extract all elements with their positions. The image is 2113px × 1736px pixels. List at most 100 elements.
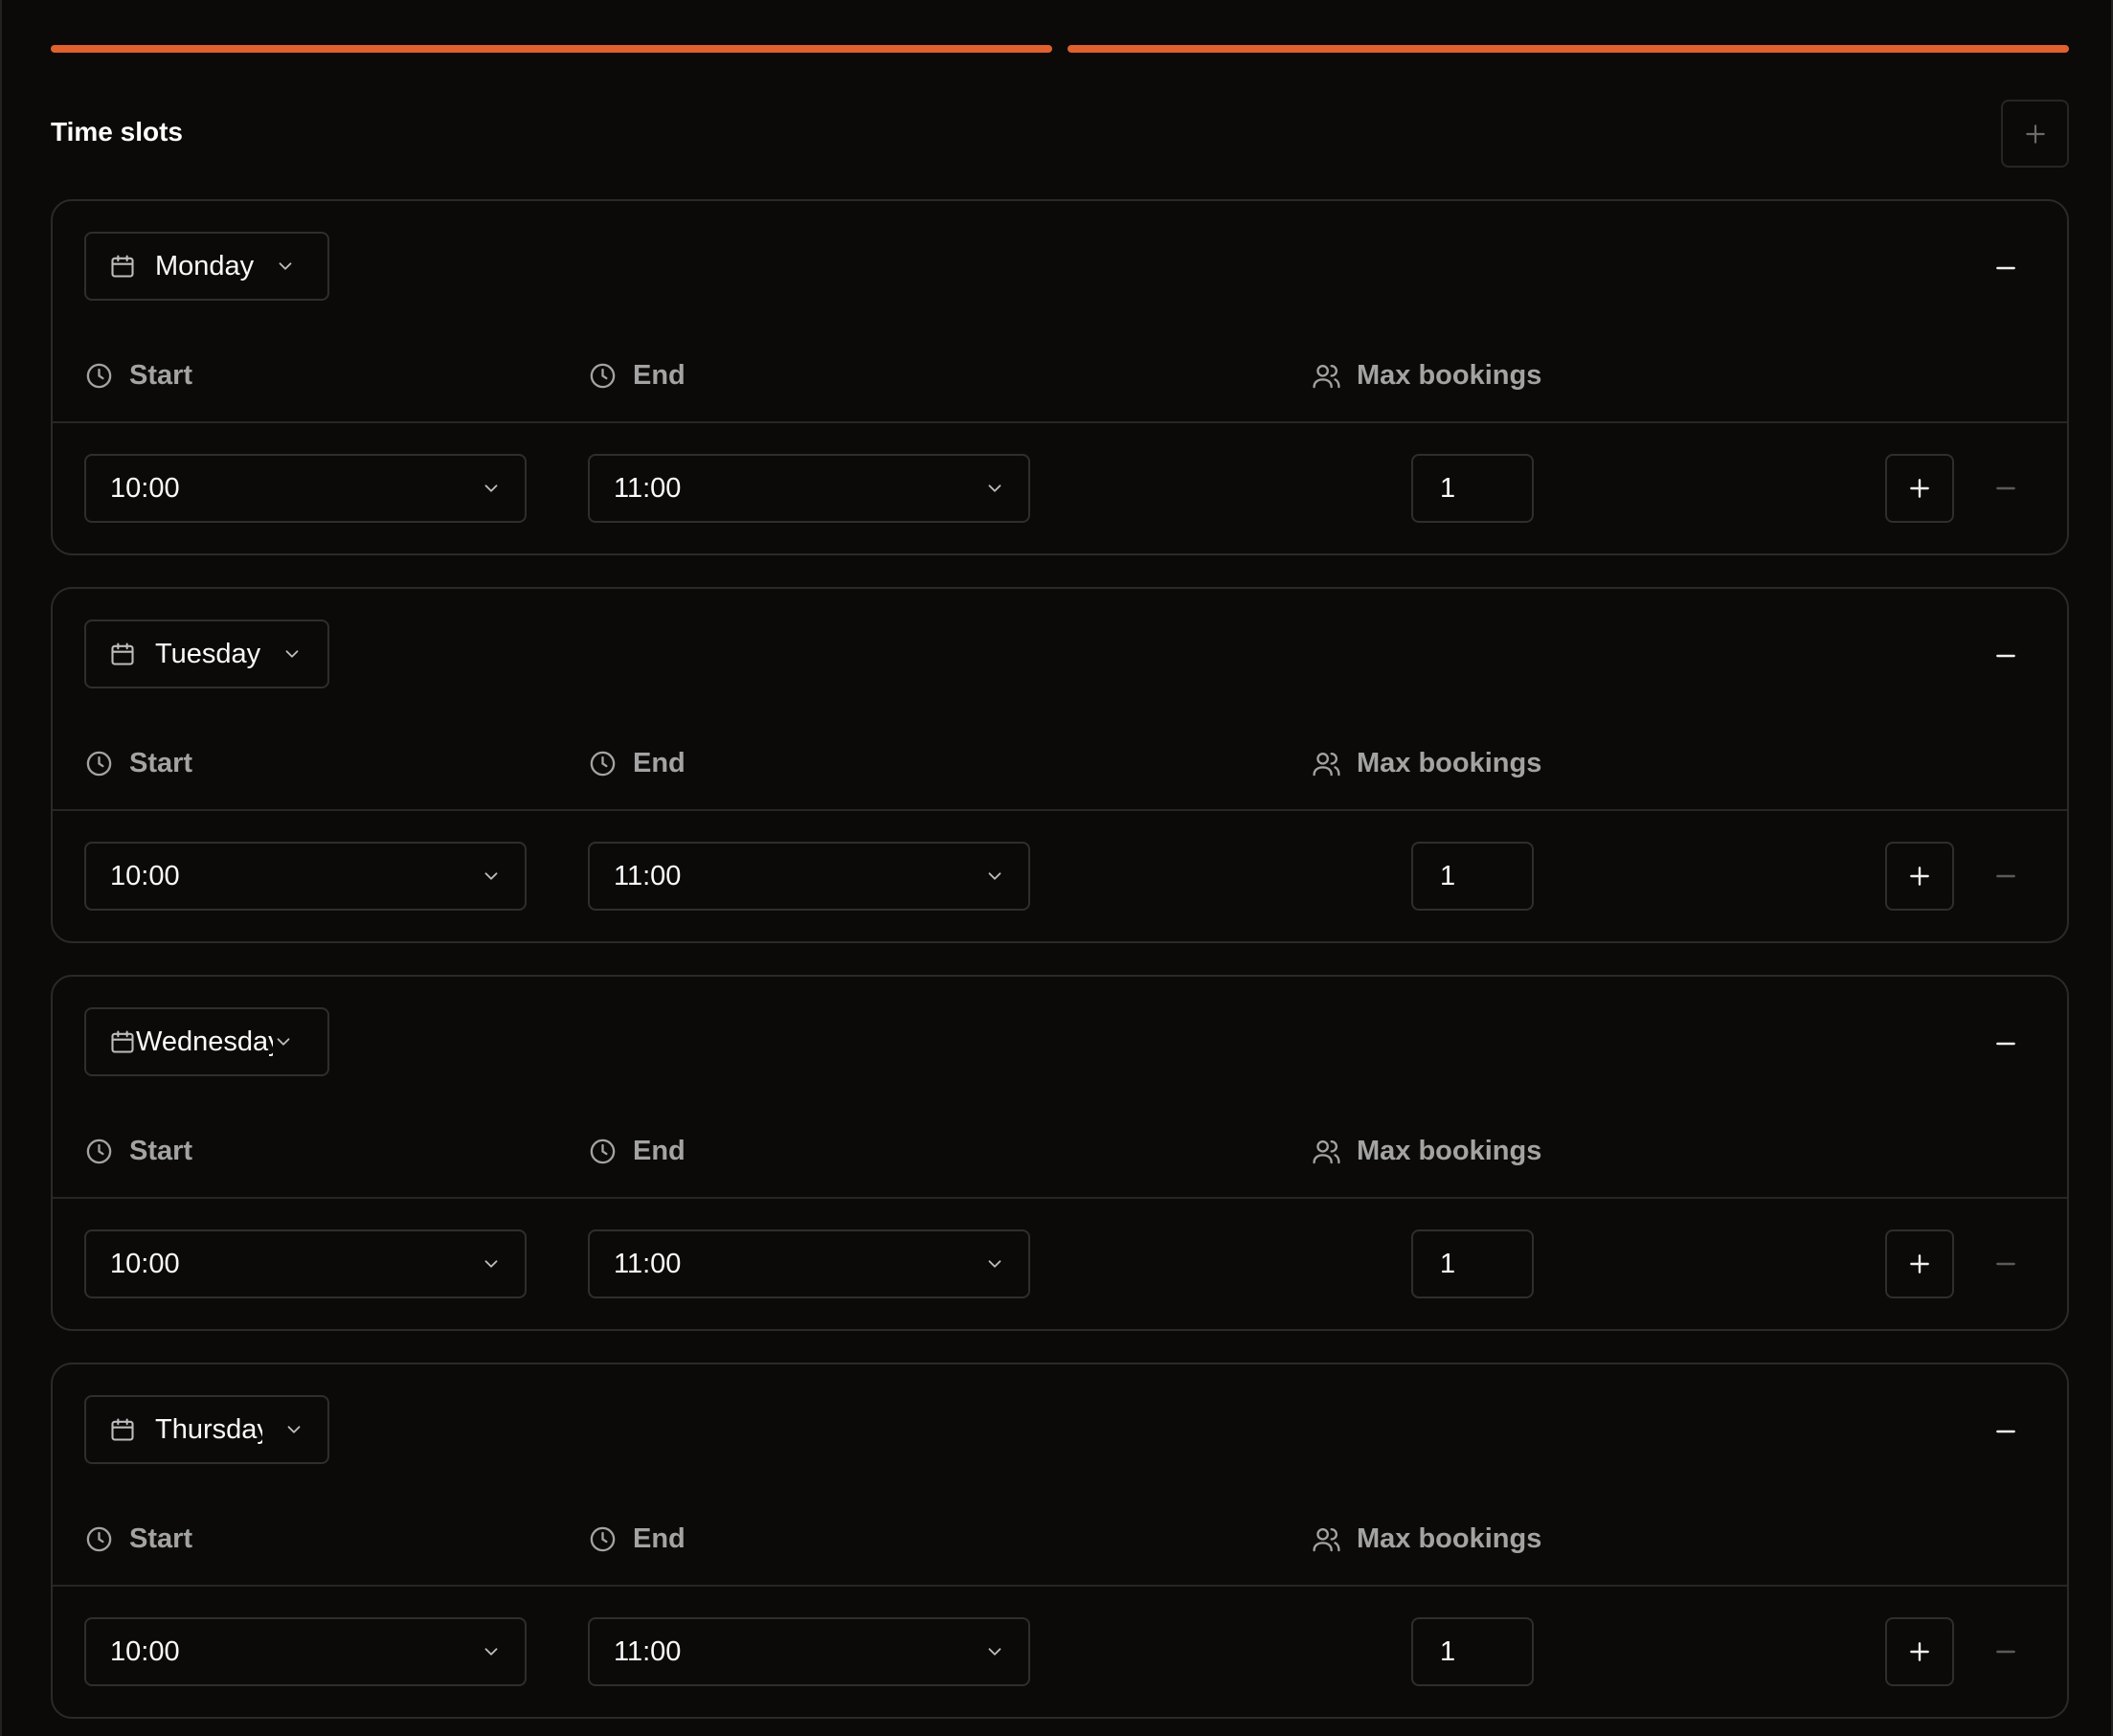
- users-icon: [1313, 1140, 1340, 1164]
- end-time-select[interactable]: 11:00: [588, 454, 1030, 523]
- start-time-select[interactable]: 10:00: [84, 1617, 527, 1686]
- day-card-monday: Monday Start End Max bookings 10:00 11:0…: [51, 199, 2069, 555]
- end-time-select[interactable]: 11:00: [588, 842, 1030, 911]
- max-bookings-column-header: Max bookings: [1312, 1523, 1541, 1555]
- minus-icon: [1996, 1042, 2015, 1046]
- start-time-value: 10:00: [110, 1635, 180, 1667]
- end-time-select[interactable]: 11:00: [588, 1617, 1030, 1686]
- max-bookings-column-label: Max bookings: [1357, 360, 1542, 391]
- chevron-down-icon: [484, 1260, 498, 1268]
- chevron-down-icon: [285, 650, 299, 658]
- step-progress-bar-2: [1068, 45, 2069, 53]
- clock-icon: [590, 363, 616, 389]
- clock-icon: [590, 751, 616, 777]
- chevron-down-icon: [484, 485, 498, 492]
- max-bookings-input[interactable]: 1: [1411, 1617, 1534, 1686]
- clock-icon: [86, 1139, 112, 1164]
- chevron-down-icon: [988, 485, 1001, 492]
- chevron-down-icon: [988, 1260, 1001, 1268]
- day-select-label: Wednesday: [136, 1026, 273, 1057]
- remove-day-button[interactable]: [1977, 1403, 2034, 1460]
- end-time-value: 11:00: [614, 860, 682, 891]
- remove-slot-button[interactable]: [1977, 1623, 2034, 1680]
- remove-slot-button[interactable]: [1977, 460, 2034, 517]
- start-column-label: Start: [129, 1523, 193, 1554]
- max-bookings-column-label: Max bookings: [1357, 748, 1542, 778]
- start-time-value: 10:00: [110, 472, 180, 504]
- minus-icon: [1996, 1262, 2015, 1266]
- start-column-label: Start: [129, 748, 193, 778]
- calendar-icon: [111, 255, 134, 278]
- step-progress-bar-1: [51, 45, 1052, 53]
- max-bookings-input[interactable]: 1: [1411, 454, 1534, 523]
- minus-icon: [1996, 266, 2015, 270]
- minus-icon: [1996, 874, 2015, 878]
- max-bookings-column-header: Max bookings: [1312, 360, 1541, 392]
- max-bookings-input[interactable]: 1: [1411, 842, 1534, 911]
- remove-day-button[interactable]: [1977, 1015, 2034, 1072]
- clock-icon: [590, 1139, 616, 1164]
- row-divider: [53, 1585, 2067, 1587]
- day-select-label: Thursday: [155, 1413, 262, 1445]
- minus-icon: [1996, 486, 2015, 490]
- row-divider: [53, 809, 2067, 811]
- users-icon: [1313, 753, 1340, 777]
- start-time-value: 10:00: [110, 860, 180, 891]
- remove-day-button[interactable]: [1977, 627, 2034, 685]
- start-column-header: Start: [84, 748, 192, 779]
- chevron-down-icon: [279, 262, 292, 270]
- end-column-header: End: [588, 748, 686, 779]
- day-select-label: Tuesday: [155, 638, 261, 669]
- start-column-header: Start: [84, 360, 192, 392]
- row-divider: [53, 421, 2067, 423]
- row-divider: [53, 1197, 2067, 1199]
- end-time-value: 11:00: [614, 1248, 682, 1279]
- clock-icon: [86, 363, 112, 389]
- end-column-label: End: [633, 360, 686, 391]
- day-select[interactable]: Wednesday: [84, 1007, 329, 1076]
- end-column-label: End: [633, 1136, 686, 1166]
- end-column-label: End: [633, 748, 686, 778]
- chevron-down-icon: [277, 1038, 290, 1046]
- chevron-down-icon: [988, 1648, 1001, 1656]
- start-time-select[interactable]: 10:00: [84, 842, 527, 911]
- day-card-wednesday: Wednesday Start End Max bookings 10:00 1…: [51, 975, 2069, 1331]
- remove-slot-button[interactable]: [1977, 847, 2034, 905]
- day-select[interactable]: Monday: [84, 232, 329, 301]
- chevron-down-icon: [287, 1426, 301, 1433]
- minus-icon: [1996, 1650, 2015, 1654]
- max-bookings-column-header: Max bookings: [1312, 748, 1541, 779]
- end-time-value: 11:00: [614, 1635, 682, 1667]
- calendar-icon: [111, 1418, 134, 1441]
- clock-icon: [86, 751, 112, 777]
- max-bookings-input[interactable]: 1: [1411, 1229, 1534, 1298]
- add-slot-button[interactable]: [1885, 1229, 1954, 1298]
- day-card-thursday: Thursday Start End Max bookings 10:00 11…: [51, 1363, 2069, 1719]
- remove-day-button[interactable]: [1977, 239, 2034, 297]
- day-card-tuesday: Tuesday Start End Max bookings 10:00 11:…: [51, 587, 2069, 943]
- day-select-label: Monday: [155, 250, 255, 282]
- plus-icon: [1910, 479, 1929, 498]
- start-column-header: Start: [84, 1523, 192, 1555]
- day-select[interactable]: Thursday: [84, 1395, 329, 1464]
- users-icon: [1313, 1528, 1340, 1552]
- add-slot-button[interactable]: [1885, 1617, 1954, 1686]
- end-column-header: End: [588, 1523, 686, 1555]
- end-time-value: 11:00: [614, 472, 682, 504]
- time-slots-panel: Time slots Monday Start End Max bookings…: [0, 0, 2113, 1736]
- calendar-icon: [111, 1030, 134, 1053]
- add-slot-button[interactable]: [1885, 454, 1954, 523]
- start-time-select[interactable]: 10:00: [84, 1229, 527, 1298]
- clock-icon: [86, 1526, 112, 1552]
- start-column-header: Start: [84, 1136, 192, 1167]
- day-select[interactable]: Tuesday: [84, 620, 329, 688]
- end-time-select[interactable]: 11:00: [588, 1229, 1030, 1298]
- end-column-label: End: [633, 1523, 686, 1554]
- start-time-select[interactable]: 10:00: [84, 454, 527, 523]
- add-slot-button[interactable]: [1885, 842, 1954, 911]
- max-bookings-column-header: Max bookings: [1312, 1136, 1541, 1167]
- start-column-label: Start: [129, 360, 193, 391]
- remove-slot-button[interactable]: [1977, 1235, 2034, 1293]
- add-day-button[interactable]: [2001, 100, 2069, 168]
- clock-icon: [590, 1526, 616, 1552]
